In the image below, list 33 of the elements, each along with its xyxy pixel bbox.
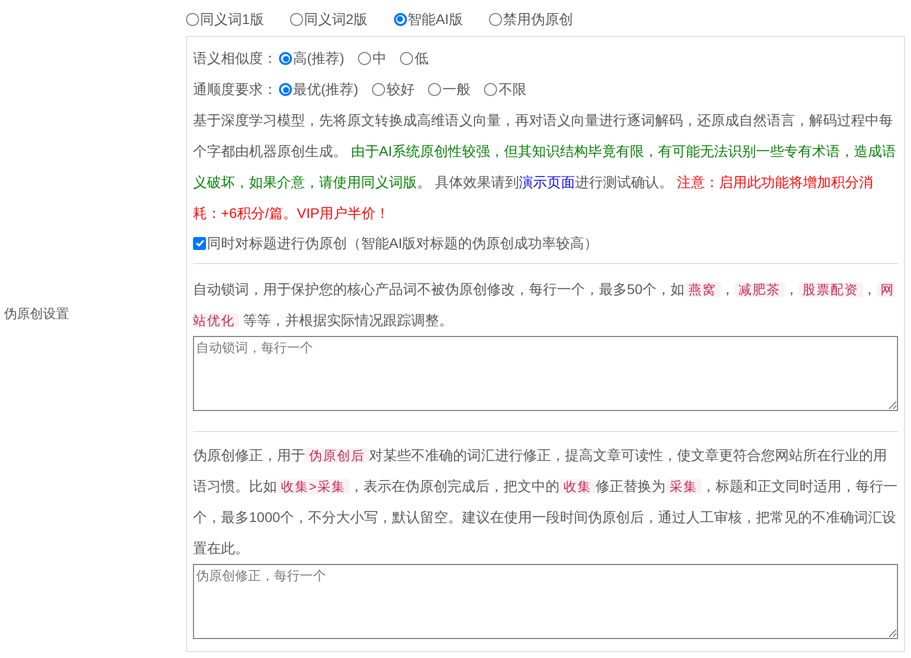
option-label: 低 — [414, 49, 428, 68]
checkbox[interactable] — [193, 236, 206, 250]
radio-button[interactable] — [186, 12, 199, 26]
option-label: 一般 — [442, 80, 470, 99]
radio-button[interactable] — [279, 52, 292, 65]
radio-button[interactable] — [279, 83, 292, 96]
option-label: 不限 — [498, 80, 526, 99]
option-label: 高(推荐) — [293, 49, 344, 68]
corrections-field[interactable]: 伪原创修正，每行一个 — [193, 564, 898, 639]
option-label: 智能AI版 — [408, 10, 463, 28]
radio-button[interactable] — [372, 83, 386, 96]
section-label: 伪原创设置 — [3, 305, 70, 324]
radio-button[interactable] — [400, 52, 414, 65]
option-label: 同义词2版 — [304, 10, 368, 28]
corrections-description: 伪原创修正，用于 伪原创后 对某些不准确的词汇进行修正，提高文章可读性，使文章更符合您网站所在行业的用语习惯。比如 收集>采集 ，表示在伪原创完成后，把文中的 收集 修正替换为 采集 ，标题和正文同时适用，每行一个，最多1000个，不分大小写，默认留空。建议在使用一段时间伪原创后，通过人工审核，把常见的不准确词汇设置在此。 — [193, 446, 898, 558]
option-label: 最优(推荐) — [293, 80, 358, 99]
setting-label: 语义相似度： — [193, 49, 277, 68]
radio-button[interactable] — [290, 12, 303, 26]
option-label: 禁用伪原创 — [502, 10, 573, 28]
demo-page-link[interactable]: 演示页面 — [518, 174, 575, 190]
radio-button[interactable] — [488, 12, 502, 26]
checkbox-label: 同时对标题进行伪原创（智能AI版对标题的伪原创成功率较高） — [207, 234, 598, 252]
option-label: 同义词1版 — [200, 10, 264, 28]
radio-button[interactable] — [484, 83, 498, 96]
setting-label: 通顺度要求： — [193, 80, 277, 99]
lock-words-description: 自动锁词，用于保护您的核心产品词不被伪原创修改，每行一个，最多50个，如 燕窝 ， 减肥茶 ， 股票配资 ， 网站优化 等等，并根据实际情况跟踪调整。 — [193, 280, 896, 330]
lock-words-field[interactable]: 自动锁词，每行一个 — [193, 336, 898, 411]
ai-description: 基于深度学习模型，先将原文转换成高维语义向量，再对语义向量进行逐词解码，还原成自然语言，解码过程中每个字都由机器原创生成。 由于AI系统原创性较强，但其知识结构毕竟有限，有可能无法识别一些专有术语，造成语义破坏，如果介意，请使用同义词版。 具体效果请到演示页面进行测试确认。 注意：启用此功能将增加积分消耗：+6积分/篇。VIP用户半价！ — [193, 111, 898, 223]
radio-button[interactable] — [358, 52, 372, 65]
radio-button[interactable] — [394, 12, 407, 26]
radio-button[interactable] — [428, 83, 442, 96]
option-label: 中 — [372, 49, 386, 68]
option-label: 较好 — [386, 80, 414, 99]
